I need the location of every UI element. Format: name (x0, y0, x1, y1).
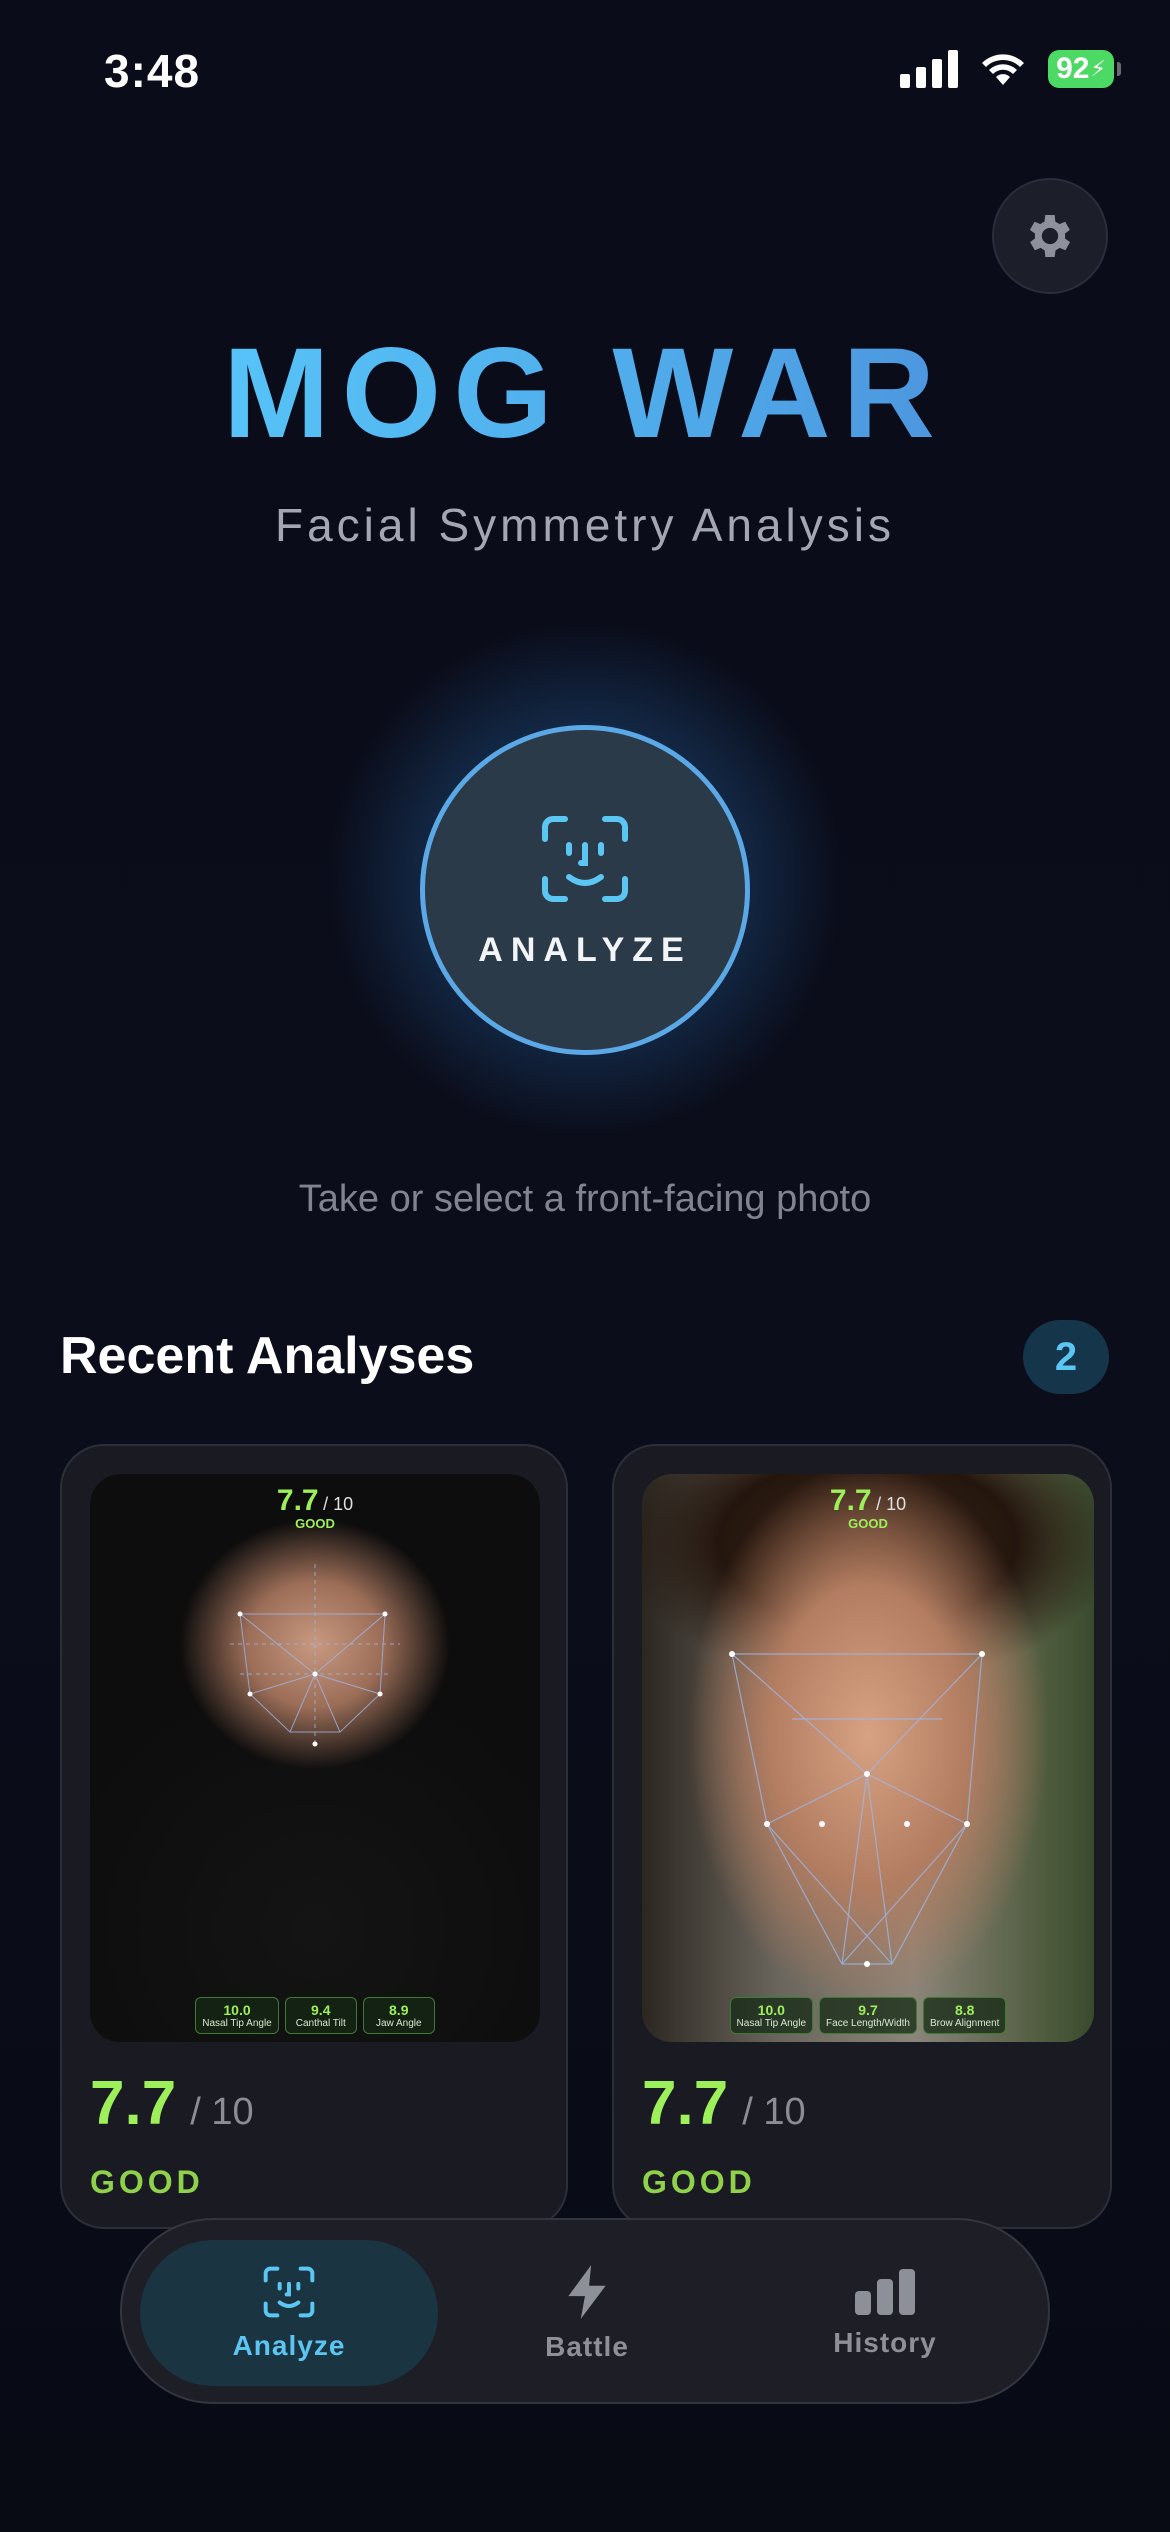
analyze-label: ANALYZE (478, 930, 692, 969)
status-icons: 92 ⚡ (900, 50, 1121, 88)
card-score: 7.7 / 10 (642, 2068, 806, 2139)
score-rating: GOOD (642, 2164, 756, 2200)
recent-analyses-title: Recent Analyses (60, 1327, 475, 1385)
analysis-card[interactable]: 7.7 / 10 GOOD 10.0 Nasal Tip Angle 9.4 C… (60, 1444, 568, 2229)
metric-chip: 9.7 Face Length/Width (819, 1997, 917, 2034)
face-id-icon (542, 815, 628, 902)
score-rating: GOOD (90, 2164, 204, 2200)
battery-level: 92 (1056, 52, 1090, 85)
recent-count-badge: 2 (1023, 1320, 1109, 1394)
metric-chip: 9.4 Canthal Tilt (284, 1997, 357, 2034)
metric-label: Nasal Tip Angle (202, 2018, 272, 2029)
metric-chip: 10.0 Nasal Tip Angle (195, 1997, 279, 2034)
metric-chips: 10.0 Nasal Tip Angle 9.7 Face Length/Wid… (642, 1997, 1094, 2034)
photo-score-overlay: 7.7 / 10 GOOD (642, 1484, 1094, 1531)
overlay-rating: GOOD (848, 1516, 888, 1531)
metric-label: Nasal Tip Angle (736, 2018, 807, 2029)
face-landmark-overlay (729, 1651, 985, 1967)
cellular-signal-icon (900, 50, 958, 88)
charging-bolt-icon: ⚡ (1090, 56, 1106, 81)
status-time: 3:48 (104, 45, 201, 97)
metric-chip: 8.8 Brow Alignment (922, 1997, 1007, 2034)
score-out-of: / 10 (742, 2091, 806, 2133)
tab-history[interactable]: History (736, 2240, 1034, 2386)
app-subtitle: Facial Symmetry Analysis (274, 499, 895, 551)
analysis-photo: 7.7 / 10 GOOD 10.0 Nasal Tip Angle 9.4 C… (90, 1474, 540, 2042)
tab-label: Battle (545, 2331, 629, 2362)
app-title: MOG WAR (0, 320, 1170, 467)
analysis-photo: 7.7 / 10 GOOD 10.0 Nasal Tip Angle 9.7 F… (642, 1474, 1094, 2042)
wifi-icon (982, 54, 1024, 85)
metric-chips: 10.0 Nasal Tip Angle 9.4 Canthal Tilt 8.… (90, 1997, 540, 2034)
tab-battle[interactable]: Battle (438, 2240, 736, 2386)
face-landmark-overlay (230, 1564, 400, 1747)
face-id-icon (263, 2266, 315, 2318)
metric-value: 8.9 (389, 2002, 409, 2018)
metric-chip: 10.0 Nasal Tip Angle (729, 1997, 814, 2034)
overlay-out-of: / 10 (323, 1494, 354, 1514)
metric-label: Canthal Tilt (295, 2018, 346, 2029)
overlay-score: 7.7 (276, 1484, 319, 1517)
gear-icon (1029, 215, 1071, 257)
metric-value: 9.4 (311, 2002, 331, 2018)
metric-value: 8.8 (954, 2002, 975, 2018)
score-value: 7.7 (642, 2069, 729, 2138)
bolt-icon (568, 2265, 606, 2319)
metric-value: 10.0 (223, 2002, 251, 2018)
battery-indicator: 92 ⚡ (1048, 50, 1121, 88)
score-out-of: / 10 (190, 2091, 254, 2133)
metric-label: Face Length/Width (826, 2018, 910, 2029)
settings-button[interactable] (992, 178, 1108, 294)
analyze-hint: Take or select a front-facing photo (298, 1178, 872, 1220)
overlay-rating: GOOD (295, 1516, 335, 1531)
metric-value: 10.0 (757, 2002, 785, 2018)
tab-label: History (833, 2327, 937, 2358)
overlay-out-of: / 10 (876, 1494, 907, 1514)
metric-value: 9.7 (858, 2002, 878, 2018)
analyze-button[interactable]: ANALYZE (420, 725, 750, 1055)
tab-label: Analyze (232, 2330, 346, 2361)
tab-bar: Analyze Battle History (120, 2218, 1050, 2404)
card-score: 7.7 / 10 (90, 2068, 254, 2139)
photo-score-overlay: 7.7 / 10 GOOD (90, 1484, 540, 1531)
bar-chart-icon (855, 2269, 915, 2315)
score-value: 7.7 (90, 2069, 177, 2138)
overlay-score: 7.7 (829, 1484, 872, 1517)
app-screen: 3:48 92 ⚡ MOG WAR Facial Symmetry Analys… (0, 0, 1170, 2532)
metric-label: Brow Alignment (929, 2018, 1000, 2029)
metric-label: Jaw Angle (375, 2018, 422, 2029)
analysis-card[interactable]: 7.7 / 10 GOOD 10.0 Nasal Tip Angle 9.7 F… (612, 1444, 1112, 2229)
tab-analyze[interactable]: Analyze (140, 2240, 438, 2386)
metric-chip: 8.9 Jaw Angle (362, 1997, 435, 2034)
